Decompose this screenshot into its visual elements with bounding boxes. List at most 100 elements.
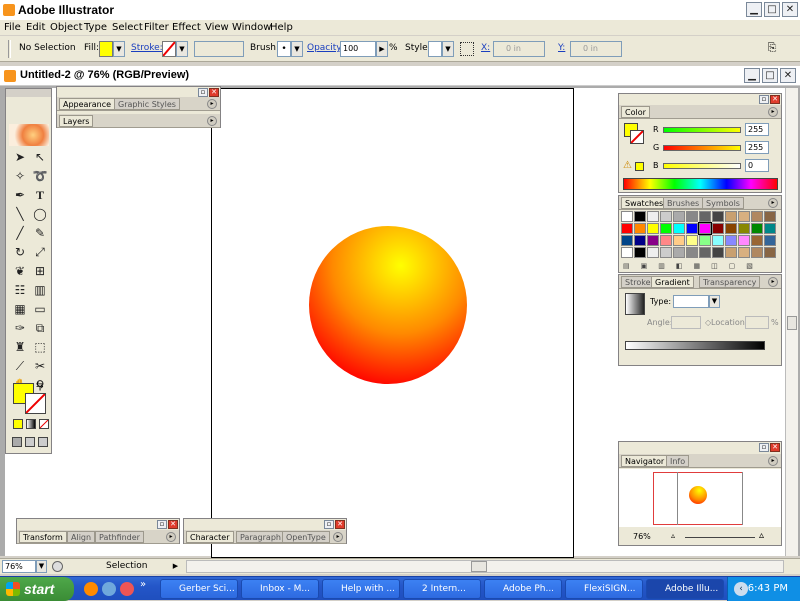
- swatch[interactable]: [673, 235, 685, 246]
- transform-reference-icon[interactable]: [460, 42, 474, 56]
- gradient-circle[interactable]: [309, 226, 467, 384]
- location-input[interactable]: [745, 316, 769, 329]
- doc-close-icon[interactable]: ✕: [780, 68, 796, 83]
- none-mode-icon[interactable]: [39, 419, 49, 429]
- magic-wand-tool-icon[interactable]: ✧: [11, 168, 29, 185]
- symbol-sprayer-tool-icon[interactable]: ☷: [11, 282, 29, 299]
- tab-stroke[interactable]: Stroke: [621, 276, 655, 288]
- clock[interactable]: 6:43 PM: [748, 583, 788, 594]
- full-screen-mode-icon[interactable]: [38, 437, 48, 447]
- swatch[interactable]: [725, 247, 737, 258]
- menu-help[interactable]: Help: [270, 21, 293, 35]
- close-icon[interactable]: ✕: [782, 2, 798, 17]
- full-screen-menu-mode-icon[interactable]: [25, 437, 35, 447]
- taskbar-item-help[interactable]: Help with ...: [322, 579, 400, 599]
- swatch[interactable]: [699, 235, 711, 246]
- swatch[interactable]: [634, 211, 646, 222]
- swatch[interactable]: [634, 247, 646, 258]
- style-swatch[interactable]: [428, 41, 442, 57]
- navigator-zoom-value[interactable]: 76%: [633, 532, 651, 541]
- opacity-input[interactable]: 100: [340, 41, 376, 57]
- fill-dropdown-icon[interactable]: ▼: [113, 41, 125, 57]
- direct-selection-tool-icon[interactable]: ↖: [31, 149, 49, 166]
- blend-tool-icon[interactable]: ⧉: [31, 320, 49, 337]
- tab-align[interactable]: Align: [67, 531, 96, 543]
- g-input[interactable]: 255: [745, 141, 769, 154]
- menu-edit[interactable]: Edit: [26, 21, 45, 35]
- warp-tool-icon[interactable]: ❦: [11, 263, 29, 280]
- b-input[interactable]: 0: [745, 159, 769, 172]
- status-zoom[interactable]: 76%: [2, 560, 36, 573]
- tab-appearance[interactable]: Appearance: [59, 98, 116, 110]
- swatch[interactable]: [673, 247, 685, 258]
- gradient-menu-icon[interactable]: ▸: [768, 277, 778, 287]
- swatch[interactable]: [712, 235, 724, 246]
- layers-menu-icon[interactable]: ▸: [207, 116, 217, 126]
- tab-opentype[interactable]: OpenType: [282, 531, 330, 543]
- zoom-in-icon[interactable]: ▵: [759, 530, 764, 541]
- swatch[interactable]: [764, 223, 776, 234]
- swatch-footer-icons[interactable]: ▤▣▥◧▦◫▢▧: [623, 262, 779, 272]
- navigator-menu-icon[interactable]: ▸: [768, 456, 778, 466]
- live-paint-tool-icon[interactable]: ♜: [11, 339, 29, 356]
- transform-minimize-icon[interactable]: ▫: [157, 520, 167, 529]
- swatch[interactable]: [660, 247, 672, 258]
- tab-pathfinder[interactable]: Pathfinder: [95, 531, 144, 543]
- tab-character[interactable]: Character: [186, 531, 234, 543]
- menu-filter[interactable]: Filter: [144, 21, 169, 35]
- swatch[interactable]: [621, 223, 633, 234]
- tab-brushes[interactable]: Brushes: [663, 197, 704, 209]
- swatch[interactable]: [660, 235, 672, 246]
- swatch[interactable]: [712, 247, 724, 258]
- swatch[interactable]: [686, 235, 698, 246]
- taskbar-item-photoshop[interactable]: Adobe Ph...: [484, 579, 562, 599]
- angle-input[interactable]: [671, 316, 701, 329]
- free-transform-tool-icon[interactable]: ⊞: [31, 263, 49, 280]
- firefox-icon[interactable]: [84, 582, 98, 596]
- quicklaunch-more-icon[interactable]: »: [140, 579, 146, 590]
- navigator-minimize-icon[interactable]: ▫: [759, 443, 769, 452]
- horizontal-scrollbar[interactable]: [186, 560, 784, 573]
- swatch[interactable]: [660, 211, 672, 222]
- swatch[interactable]: [647, 223, 659, 234]
- gradient-preview[interactable]: [625, 293, 645, 315]
- gradient-type-dropdown-icon[interactable]: ▼: [709, 295, 720, 308]
- gradient-mode-icon[interactable]: [26, 419, 36, 429]
- lasso-tool-icon[interactable]: ➰: [31, 168, 49, 185]
- transform-menu-icon[interactable]: ▸: [166, 532, 176, 542]
- swatch[interactable]: [673, 223, 685, 234]
- ellipse-tool-icon[interactable]: ◯: [31, 206, 49, 223]
- standard-screen-mode-icon[interactable]: [12, 437, 22, 447]
- toolbox-grip[interactable]: [6, 89, 51, 97]
- swatch[interactable]: [764, 211, 776, 222]
- swatches-menu-icon[interactable]: ▸: [768, 198, 778, 208]
- swatch[interactable]: [764, 247, 776, 258]
- taskbar-item-internet[interactable]: 2 Intern...: [403, 579, 481, 599]
- color-spectrum-bar[interactable]: [623, 178, 778, 190]
- opacity-dropdown-icon[interactable]: ▶: [376, 41, 388, 57]
- swatch[interactable]: [621, 235, 633, 246]
- opacity-label[interactable]: Opacity:: [307, 43, 344, 53]
- status-version-cue-icon[interactable]: [52, 561, 63, 572]
- paintbrush-tool-icon[interactable]: ╱: [11, 225, 29, 242]
- color-stroke-swatch[interactable]: [630, 130, 644, 144]
- tab-info[interactable]: Info: [666, 455, 690, 467]
- minimize-icon[interactable]: ▁: [746, 2, 762, 17]
- swatch[interactable]: [712, 223, 724, 234]
- menu-view[interactable]: View: [205, 21, 229, 35]
- brush-dot-icon[interactable]: •: [277, 41, 291, 57]
- style-dropdown-icon[interactable]: ▼: [442, 41, 454, 57]
- swatch[interactable]: [621, 211, 633, 222]
- swatch[interactable]: [634, 223, 646, 234]
- swatch[interactable]: [725, 235, 737, 246]
- character-menu-icon[interactable]: ▸: [333, 532, 343, 542]
- swatch[interactable]: [751, 223, 763, 234]
- stroke-swatch-none-icon[interactable]: [162, 41, 176, 57]
- swatch[interactable]: [712, 211, 724, 222]
- stroke-dropdown-icon[interactable]: ▼: [176, 41, 188, 57]
- color-close-icon[interactable]: ✕: [770, 95, 780, 104]
- tab-transparency[interactable]: Transparency: [699, 276, 761, 288]
- line-tool-icon[interactable]: ╲: [11, 206, 29, 223]
- r-input[interactable]: 255: [745, 123, 769, 136]
- doc-minimize-icon[interactable]: ▁: [744, 68, 760, 83]
